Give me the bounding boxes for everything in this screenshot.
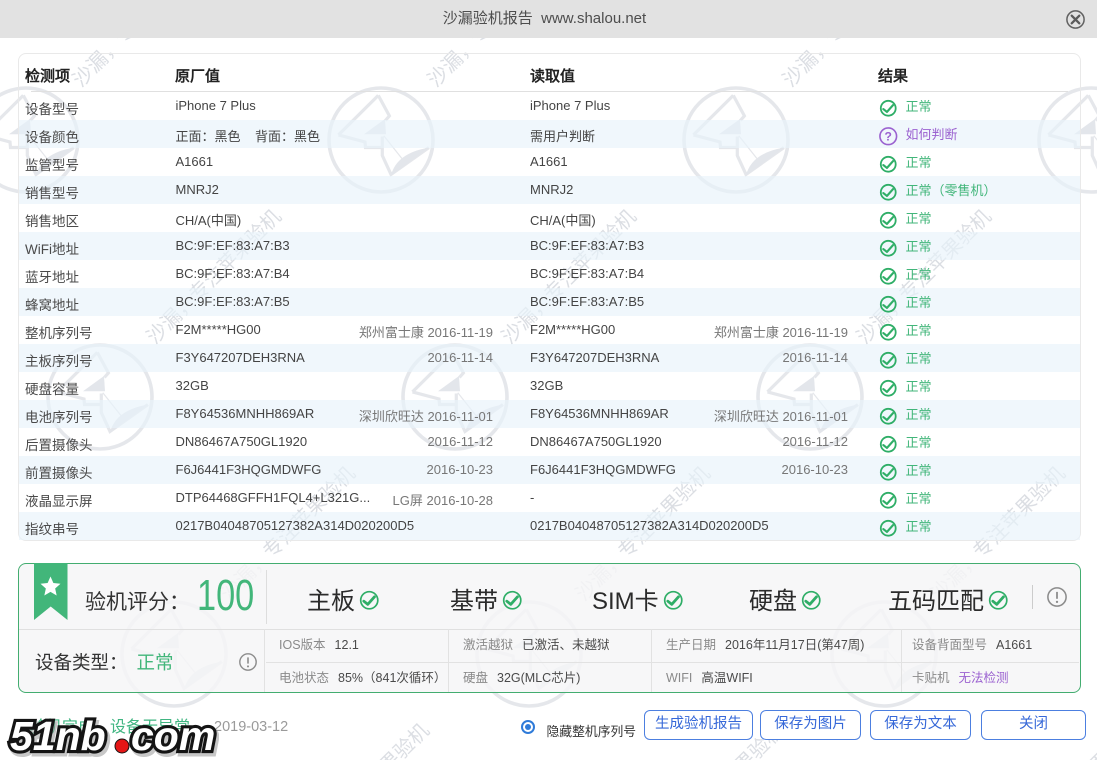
- svg-text:51nb: 51nb: [10, 713, 106, 759]
- svg-text:com: com: [131, 713, 215, 759]
- svg-text:?: ?: [885, 129, 892, 143]
